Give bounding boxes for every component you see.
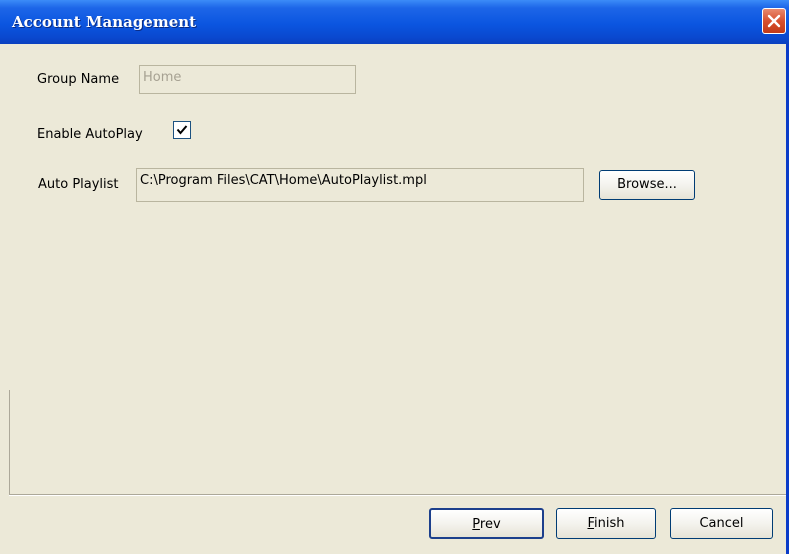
close-icon xyxy=(767,14,781,28)
finish-button[interactable]: Finish xyxy=(556,508,656,539)
prev-mnemonic: P xyxy=(472,517,480,532)
checkmark-icon xyxy=(176,125,188,135)
auto-playlist-field[interactable]: C:\Program Files\CAT\Home\AutoPlaylist.m… xyxy=(136,168,584,202)
prev-button[interactable]: Prev xyxy=(429,508,544,539)
group-name-field[interactable]: Home xyxy=(139,65,356,94)
cancel-button[interactable]: Cancel xyxy=(670,508,773,539)
prev-button-label: rev xyxy=(479,517,501,532)
auto-playlist-label: Auto Playlist xyxy=(38,177,119,192)
auto-playlist-value: C:\Program Files\CAT\Home\AutoPlaylist.m… xyxy=(140,173,427,188)
browse-button-label: Browse... xyxy=(617,177,677,192)
enable-autoplay-checkbox[interactable] xyxy=(173,121,191,139)
cancel-button-label: Cancel xyxy=(699,516,744,531)
content-edge-line xyxy=(9,390,10,494)
browse-button[interactable]: Browse... xyxy=(599,170,695,200)
title-bar[interactable]: Account Management xyxy=(0,0,789,44)
finish-button-label: inish xyxy=(594,516,625,531)
group-name-label: Group Name xyxy=(37,72,120,87)
account-management-dialog: Account Management Group Name Home Enabl… xyxy=(0,0,789,554)
window-title: Account Management xyxy=(12,13,197,31)
close-button[interactable] xyxy=(762,8,786,34)
enable-autoplay-label: Enable AutoPlay xyxy=(37,127,143,142)
group-name-value: Home xyxy=(143,70,182,85)
footer-separator xyxy=(9,494,786,496)
